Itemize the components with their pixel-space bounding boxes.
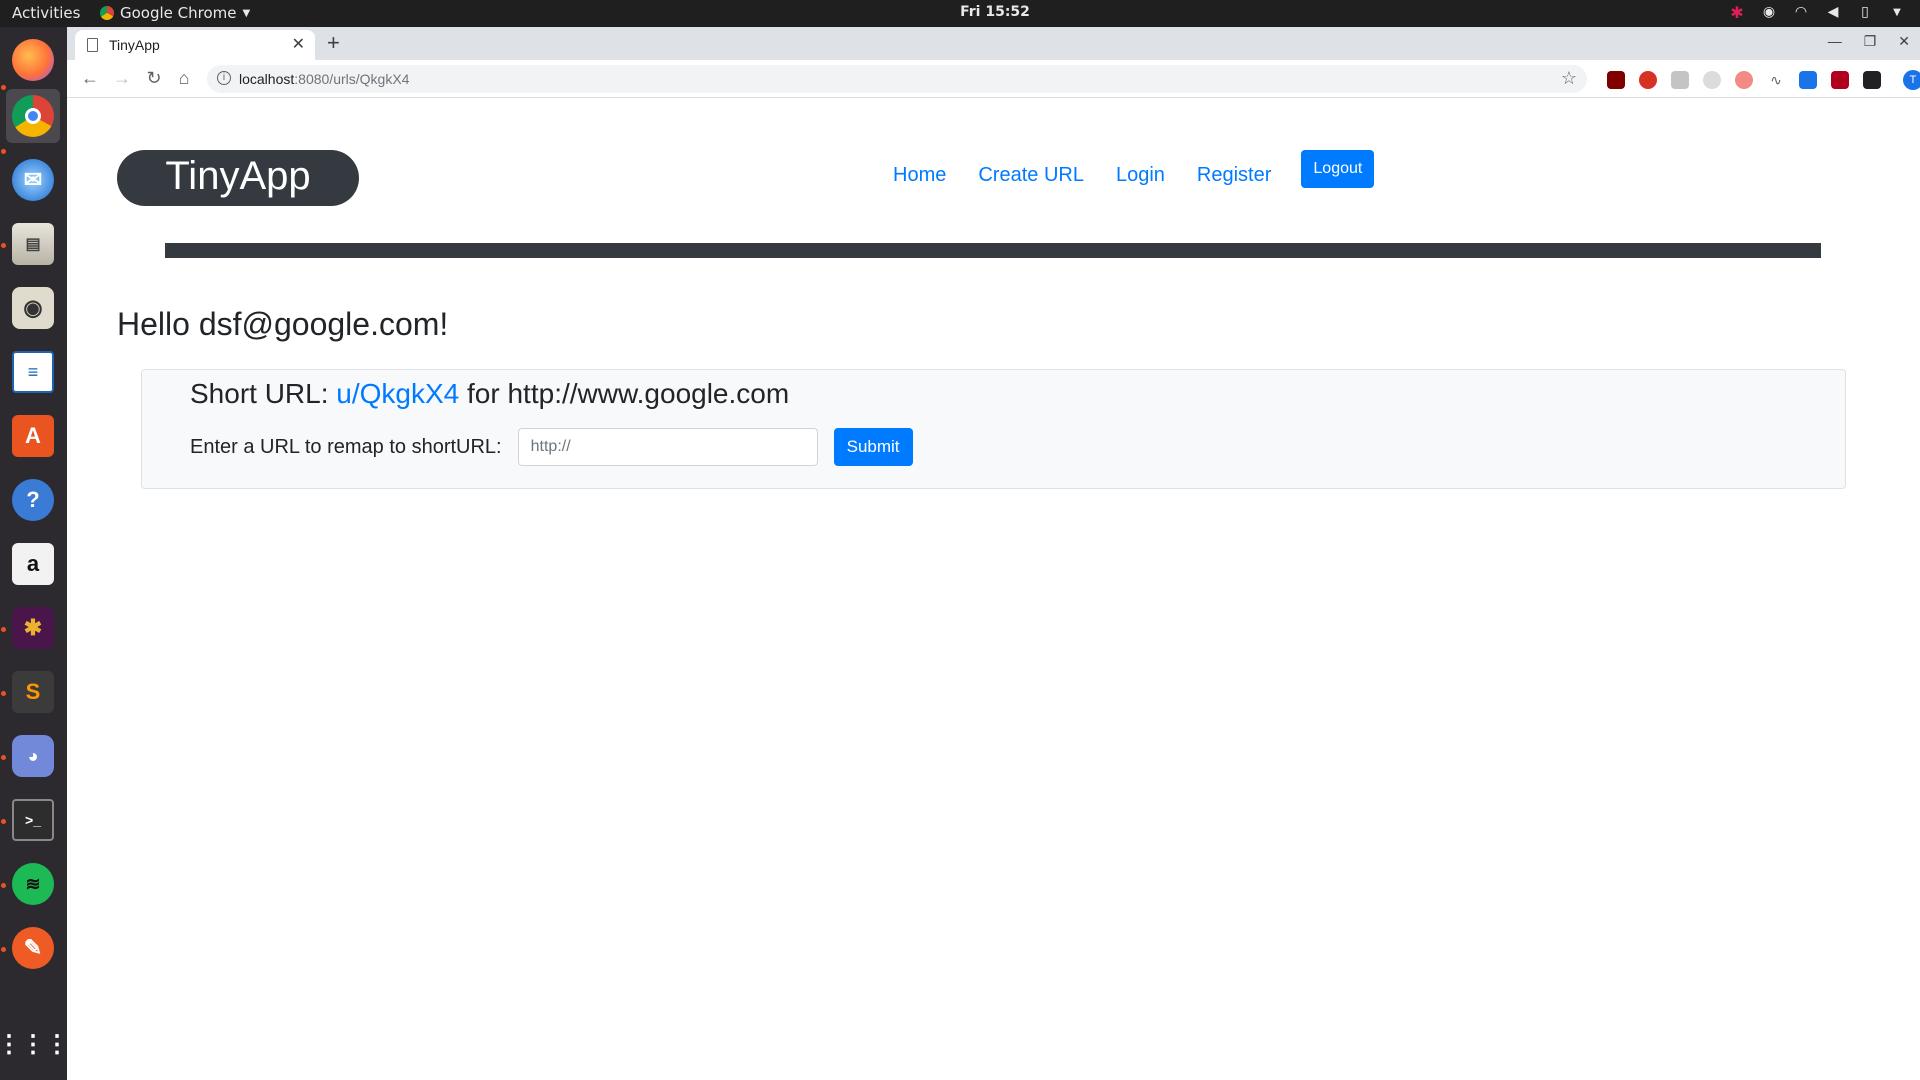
back-icon[interactable]: ←	[79, 68, 101, 89]
slack-icon: ✱	[12, 607, 54, 649]
tab-title: TinyApp	[109, 37, 160, 53]
rhythmbox-icon: ◉	[12, 287, 54, 329]
writer-icon: ≡	[12, 351, 54, 393]
dock-chrome[interactable]	[6, 89, 60, 143]
nav-home-link[interactable]: Home	[877, 150, 962, 200]
dock-writer[interactable]: ≡	[6, 345, 60, 399]
dock-firefox[interactable]	[6, 33, 60, 87]
short-url-line: Short URL: u/QkgkX4 for http://www.googl…	[190, 370, 789, 418]
dock-discord[interactable]: ◕	[6, 729, 60, 783]
url-host: localhost	[239, 71, 295, 87]
short-url-link[interactable]: u/QkgkX4	[336, 378, 459, 409]
dock-rhythmbox[interactable]: ◉	[6, 281, 60, 335]
site-info-icon[interactable]: i	[217, 71, 231, 85]
tab-tinyapp[interactable]: TinyApp ✕	[75, 30, 315, 60]
dock-help[interactable]: ?	[6, 473, 60, 527]
slack-tray-icon[interactable]: ✱	[1728, 3, 1746, 22]
remap-form: Enter a URL to remap to shortURL: Submit	[190, 428, 913, 466]
dock-amazon[interactable]: a	[6, 537, 60, 591]
volume-icon: ◀	[1827, 4, 1839, 20]
dock-sublime[interactable]: S	[6, 665, 60, 719]
chrome-icon	[12, 95, 54, 137]
shield-icon[interactable]	[1831, 70, 1849, 89]
new-tab-button[interactable]: +	[327, 30, 340, 56]
extension-gray-icon[interactable]	[1671, 70, 1689, 89]
restore-icon[interactable]: ❐	[1864, 33, 1877, 50]
browser-toolbar: ← → ↻ ⌂ i localhost:8080/urls/QkgkX4 ☆ ∿…	[67, 60, 1920, 98]
nav-register-link[interactable]: Register	[1181, 150, 1287, 200]
system-menu-chevron-icon[interactable]: ▼	[1888, 3, 1906, 21]
ublock-icon[interactable]	[1607, 70, 1625, 89]
wifi-icon: ◠	[1794, 4, 1808, 20]
long-url: http://www.google.com	[507, 378, 790, 409]
short-url-for: for	[467, 378, 500, 409]
logout-button[interactable]: Logout	[1301, 150, 1375, 188]
dock-files[interactable]: ▤	[6, 217, 60, 271]
brand-logo[interactable]: TinyApp	[117, 150, 359, 206]
close-tab-icon[interactable]: ✕	[292, 34, 305, 54]
long-url-input[interactable]	[517, 428, 818, 466]
bookmark-star-icon[interactable]: ☆	[1561, 68, 1577, 89]
grid-icon: ⋮⋮⋮	[0, 1030, 69, 1058]
dock-thunderbird[interactable]: ✉	[6, 153, 60, 207]
remap-label: Enter a URL to remap to shortURL:	[190, 435, 502, 458]
window-controls: — ❐ ✕	[1828, 33, 1910, 50]
spotify-icon: ≋	[12, 863, 54, 905]
terminal-icon: >_	[12, 799, 54, 841]
tab-strip: TinyApp ✕ + — ❐ ✕	[67, 27, 1920, 60]
thunderbird-icon: ✉	[12, 159, 54, 201]
submit-button[interactable]: Submit	[833, 428, 913, 466]
dock-show-applications[interactable]: ⋮⋮⋮	[0, 1017, 69, 1071]
dock-spotify[interactable]: ≋	[6, 857, 60, 911]
battery-icon: ▯	[1861, 4, 1869, 20]
address-bar[interactable]: i localhost:8080/urls/QkgkX4 ☆	[207, 65, 1587, 93]
nav-create-url-link[interactable]: Create URL	[962, 150, 1100, 200]
short-url-prefix: Short URL:	[190, 378, 329, 409]
dock-postman[interactable]: ✎	[6, 921, 60, 975]
url-text[interactable]: localhost:8080/urls/QkgkX4	[239, 71, 409, 87]
close-window-icon[interactable]: ✕	[1898, 33, 1910, 50]
amazon-icon: a	[12, 543, 54, 585]
pulse-icon[interactable]: ∿	[1767, 70, 1785, 89]
dock-terminal[interactable]: >_	[6, 793, 60, 847]
system-top-bar: Activities Google Chrome ▼ Fri 15:52 ✱ ◉…	[0, 0, 1920, 27]
files-icon: ▤	[12, 223, 54, 265]
dock-slack[interactable]: ✱	[6, 601, 60, 655]
main-nav: Home Create URL Login Register Logout	[877, 150, 1375, 200]
url-card: Short URL: u/QkgkX4 for http://www.googl…	[141, 369, 1846, 489]
forward-icon[interactable]: →	[111, 68, 133, 89]
discord-tray-icon[interactable]: ◉	[1760, 3, 1778, 21]
extension-blue-icon[interactable]	[1799, 70, 1817, 89]
greeting: Hello dsf@google.com!	[117, 306, 449, 342]
postman-icon: ✎	[12, 927, 54, 969]
discord-icon: ◕	[12, 735, 54, 777]
extension-dark-icon[interactable]	[1863, 70, 1881, 89]
web-page: TinyApp Home Create URL Login Register L…	[67, 98, 1920, 1080]
clock[interactable]: Fri 15:52	[0, 4, 1920, 20]
extension-pink-icon[interactable]	[1735, 70, 1753, 89]
extensions-bar: ∿ T ⋮	[1607, 69, 1920, 90]
software-center-icon: A	[12, 415, 54, 457]
url-path: :8080/urls/QkgkX4	[294, 71, 410, 87]
sublime-text-icon: S	[12, 671, 54, 713]
help-icon: ?	[12, 479, 54, 521]
header-divider	[165, 243, 1821, 258]
minimize-icon[interactable]: —	[1828, 33, 1842, 50]
dock: ✉ ▤ ◉ ≡ A ? a ✱ S ◕ >_ ≋ ✎ ⋮⋮⋮	[0, 27, 69, 1080]
firefox-icon	[12, 39, 54, 81]
reload-icon[interactable]: ↻	[143, 68, 165, 89]
extension-light-icon[interactable]	[1703, 70, 1721, 89]
profile-avatar[interactable]: T	[1903, 69, 1920, 90]
home-icon[interactable]: ⌂	[173, 68, 195, 89]
extension-red-icon[interactable]	[1639, 70, 1657, 89]
nav-login-link[interactable]: Login	[1100, 150, 1181, 200]
dock-software[interactable]: A	[6, 409, 60, 463]
page-icon	[87, 38, 98, 52]
system-tray[interactable]: ✱ ◉ ◠ ◀ ▯ ▼	[1728, 3, 1906, 22]
